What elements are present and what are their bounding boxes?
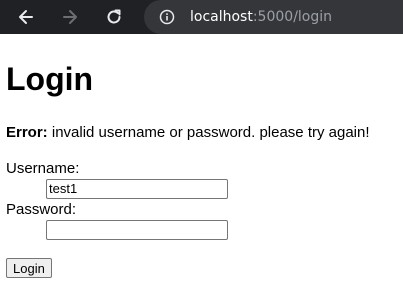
login-button[interactable]: Login — [6, 258, 52, 278]
back-arrow-icon — [19, 10, 33, 24]
username-label: Username: — [6, 160, 80, 177]
error-label: Error: — [6, 124, 48, 141]
page-title: Login — [6, 61, 94, 97]
forward-button[interactable] — [53, 0, 87, 34]
url-text[interactable]: localhost:5000/login — [190, 9, 332, 25]
back-button[interactable] — [9, 0, 43, 34]
url-host: localhost — [190, 9, 253, 25]
password-label: Password: — [6, 201, 77, 218]
info-icon[interactable] — [158, 8, 176, 26]
login-form: Username: Password: Login — [6, 160, 397, 278]
page-content: Login Error: invalid username or passwor… — [0, 34, 403, 278]
reload-icon — [107, 9, 121, 24]
password-input[interactable] — [46, 220, 228, 240]
forward-arrow-icon — [63, 10, 77, 24]
reload-button[interactable] — [97, 0, 131, 34]
url-path: :5000/login — [252, 9, 333, 25]
username-input[interactable] — [46, 179, 228, 199]
browser-toolbar: localhost:5000/login — [0, 0, 403, 34]
address-bar[interactable]: localhost:5000/login — [144, 0, 403, 34]
error-message: Error: invalid username or password. ple… — [6, 123, 397, 143]
error-text: invalid username or password. please try… — [47, 124, 370, 141]
